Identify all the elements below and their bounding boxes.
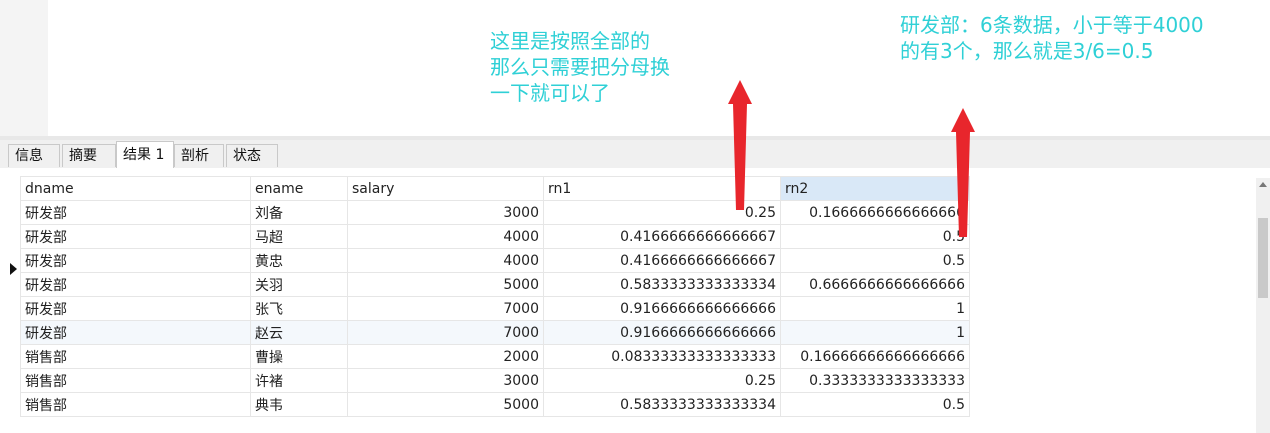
annotation-arrows — [728, 80, 975, 237]
arrow-up-icon — [951, 108, 975, 237]
arrow-up-icon — [728, 80, 752, 210]
